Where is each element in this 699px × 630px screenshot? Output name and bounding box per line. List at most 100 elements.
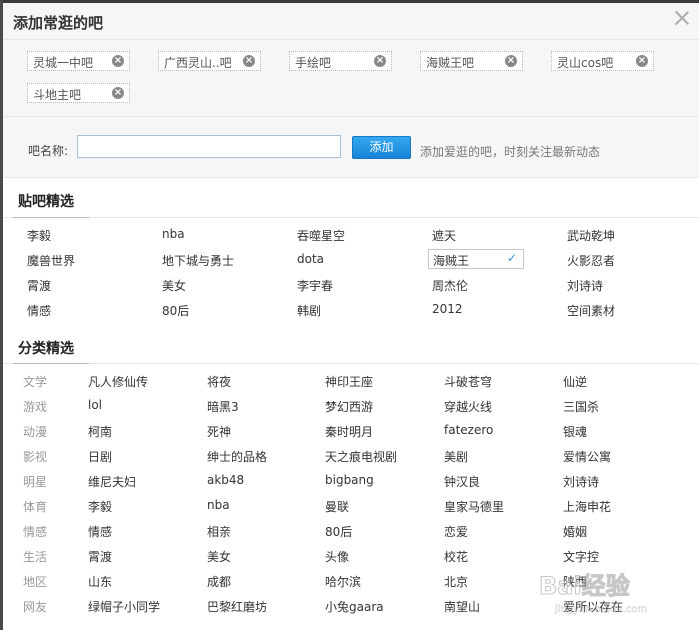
category-forum-item[interactable]: 头像 (325, 548, 349, 565)
category-forum-item[interactable]: 将夜 (207, 373, 231, 390)
dialog-title: 添加常逛的吧 (13, 14, 104, 32)
featured-forum-item[interactable]: 魔兽世界 (27, 252, 75, 269)
featured-forum-item[interactable]: 美女 (162, 277, 186, 294)
category-forum-item[interactable]: 斗破苍穹 (444, 373, 492, 390)
featured-forum-item[interactable]: 地下城与勇士 (162, 252, 234, 269)
featured-forum-label: 海贼王 (433, 254, 470, 268)
category-forum-item[interactable]: 巴黎红磨坊 (207, 598, 267, 615)
category-forum-item[interactable]: 刘诗诗 (563, 473, 599, 490)
featured-forum-label: 李毅 (27, 229, 52, 243)
featured-forum-label: nba (162, 227, 185, 241)
category-forum-item[interactable]: 梦幻西游 (325, 398, 373, 415)
category-divider (3, 363, 699, 364)
category-forum-item[interactable]: bigbang (325, 473, 374, 487)
category-forum-item[interactable]: 美剧 (444, 448, 468, 465)
category-forum-item[interactable]: 穿越火线 (444, 398, 492, 415)
category-forum-item[interactable]: 死神 (207, 423, 231, 440)
category-forum-item[interactable]: 爱情公寓 (563, 448, 611, 465)
category-forum-item[interactable]: fatezero (444, 423, 493, 437)
category-forum-item[interactable]: 情感 (88, 523, 112, 540)
category-forum-item[interactable]: 成都 (207, 573, 231, 590)
tag-label: 斗地主吧 (33, 88, 82, 102)
featured-forum-label: 韩剧 (297, 304, 322, 318)
forum-name-input[interactable] (77, 135, 341, 158)
featured-forum-item[interactable]: 武动乾坤 (567, 227, 615, 244)
category-forum-item[interactable]: 秦时明月 (325, 423, 373, 440)
featured-forum-item[interactable]: 霄渡 (27, 277, 51, 294)
category-forum-item[interactable]: 神印王座 (325, 373, 373, 390)
category-forum-item[interactable]: 银魂 (563, 423, 587, 440)
category-forum-item[interactable]: 皇家马德里 (444, 498, 504, 515)
category-forum-item[interactable]: 霄渡 (88, 548, 112, 565)
add-button[interactable]: 添加 (352, 136, 411, 159)
tag-item[interactable]: 手绘吧 × (289, 51, 392, 71)
featured-forum-item[interactable]: 韩剧 (297, 302, 321, 319)
category-forum-item[interactable]: 绿帽子小同学 (88, 598, 160, 615)
category-forum-item[interactable]: akb48 (207, 473, 244, 487)
category-forum-item[interactable]: 三国杀 (563, 398, 599, 415)
category-forum-item[interactable]: 天之痕电视剧 (325, 448, 397, 465)
category-forum-item[interactable]: 80后 (325, 523, 352, 540)
category-forum-item[interactable]: 上海申花 (563, 498, 611, 515)
category-forum-item[interactable]: 绅士的品格 (207, 448, 267, 465)
category-forum-item[interactable]: 小兔gaara (325, 598, 384, 615)
featured-forum-item[interactable]: 情感 (27, 302, 51, 319)
featured-divider (3, 217, 699, 218)
category-forum-item[interactable]: 曼联 (325, 498, 349, 515)
category-forum-item[interactable]: 仙逆 (563, 373, 587, 390)
featured-forum-item[interactable]: 李宇春 (297, 277, 333, 294)
category-label: 明星 (23, 475, 48, 489)
category-forum-item[interactable]: 北京 (444, 573, 468, 590)
category-forum-item[interactable]: 恋爱 (444, 523, 468, 540)
category-forum-item[interactable]: 山东 (88, 573, 112, 590)
featured-forum-item[interactable]: 刘诗诗 (567, 277, 603, 294)
category-forum-item[interactable]: 爱所以存在 (563, 598, 623, 615)
category-forum-item[interactable]: 陕西 (563, 573, 587, 590)
remove-tag-icon[interactable]: × (112, 87, 124, 99)
category-forum-item[interactable]: 美女 (207, 548, 231, 565)
tag-item[interactable]: 斗地主吧 × (27, 83, 130, 103)
category-forum-item[interactable]: 哈尔滨 (325, 573, 361, 590)
featured-forum-item[interactable]: nba (162, 227, 185, 241)
category-forum-item[interactable]: 李毅 (88, 498, 112, 515)
category-forum-item[interactable]: 钟汉良 (444, 473, 480, 490)
category-forum-item[interactable]: 暗黑3 (207, 398, 239, 415)
category-forum-item[interactable]: lol (88, 398, 102, 412)
featured-forum-item[interactable]: 火影忍者 (567, 252, 615, 269)
featured-forum-item[interactable]: 李毅 (27, 227, 51, 244)
category-forum-item[interactable]: 校花 (444, 548, 468, 565)
remove-tag-icon[interactable]: × (112, 55, 124, 67)
featured-forum-label: 武动乾坤 (567, 229, 616, 243)
featured-forum-item[interactable]: 周杰伦 (432, 277, 468, 294)
category-forum-item[interactable]: nba (207, 498, 230, 512)
category-forum-item[interactable]: 柯南 (88, 423, 112, 440)
tag-item[interactable]: 灵山cos吧 × (551, 51, 654, 71)
category-label: 动漫 (23, 425, 48, 439)
category-forum-item[interactable]: 维尼夫妇 (88, 473, 136, 490)
featured-forum-item[interactable]: 空间素材 (567, 302, 615, 319)
category-forum-item[interactable]: 文字控 (563, 548, 599, 565)
tag-item[interactable]: 海贼王吧 × (420, 51, 523, 71)
category-forum-item[interactable]: 相亲 (207, 523, 231, 540)
remove-tag-icon[interactable]: × (374, 55, 386, 67)
remove-tag-icon[interactable]: × (243, 55, 255, 67)
category-forum-item[interactable]: 凡人修仙传 (88, 373, 148, 390)
tag-item[interactable]: 灵城一中吧 × (27, 51, 130, 71)
category-forum-item[interactable]: 日剧 (88, 448, 112, 465)
category-forum-item[interactable]: 南望山 (444, 598, 480, 615)
featured-forum-label: 空间素材 (567, 304, 616, 318)
remove-tag-icon[interactable]: × (505, 55, 517, 67)
featured-forum-item[interactable]: 2012 (432, 302, 463, 316)
tag-item[interactable]: 广西灵山..吧 × (158, 51, 261, 71)
featured-forum-item[interactable]: dota (297, 252, 324, 266)
category-forum-item[interactable]: 婚姻 (563, 523, 587, 540)
category-label: 文学 (23, 375, 48, 389)
featured-forum-item[interactable]: 遮天 (432, 227, 456, 244)
featured-forum-label: 火影忍者 (567, 254, 616, 268)
featured-forum-item[interactable]: 吞噬星空 (297, 227, 345, 244)
remove-tag-icon[interactable]: × (636, 55, 648, 67)
featured-forum-item[interactable]: 80后 (162, 302, 189, 319)
featured-forum-label: 遮天 (432, 229, 457, 243)
featured-forum-item[interactable]: 海贼王 ✓ (428, 249, 524, 269)
close-icon[interactable] (673, 9, 691, 27)
